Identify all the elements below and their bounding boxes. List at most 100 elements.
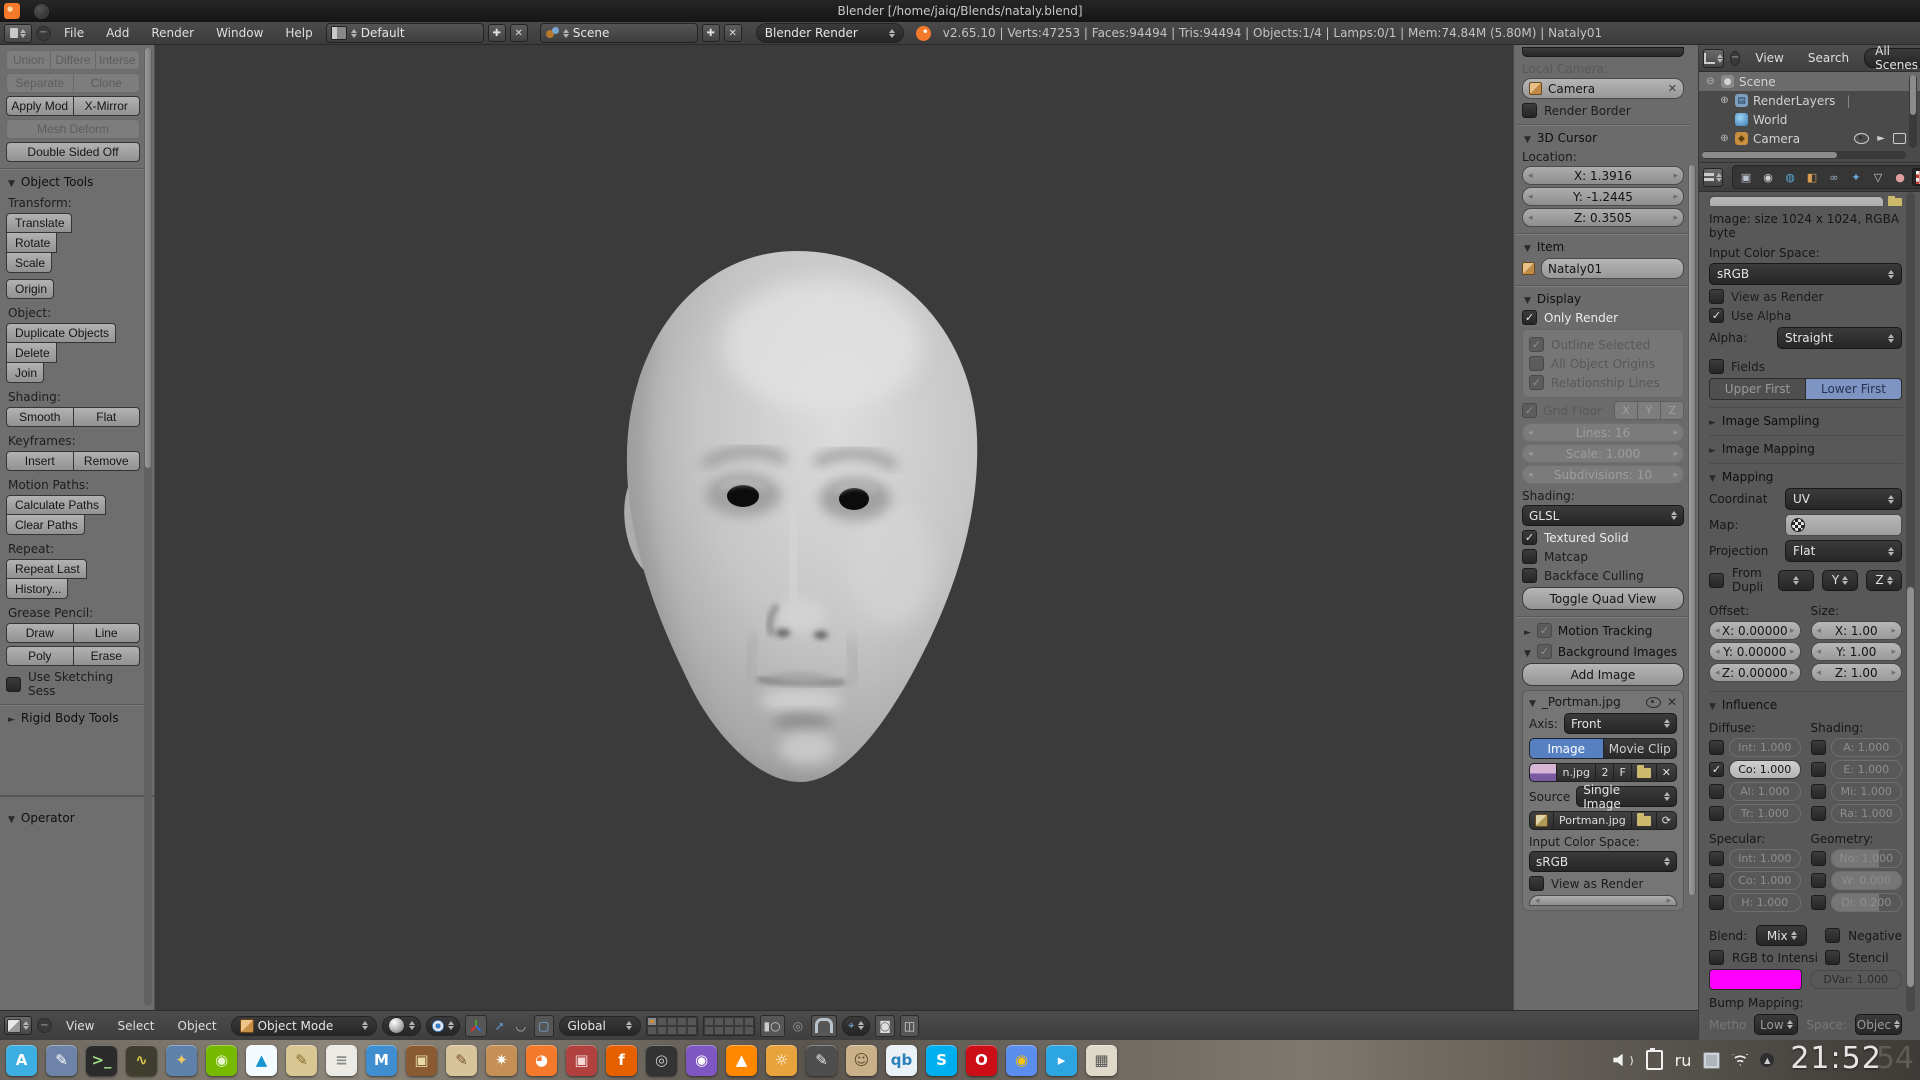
taskbar-app-firefox[interactable]: f	[606, 1045, 637, 1076]
taskbar-app-blender[interactable]: ◕	[526, 1045, 557, 1076]
size-y-slider[interactable]: Y: 1.00	[1811, 642, 1903, 661]
collapse-menus-icon[interactable]: −	[37, 1018, 52, 1033]
taskbar-app-gimp[interactable]: ✎	[806, 1045, 837, 1076]
viewport-editor-type-selector[interactable]	[4, 1016, 32, 1035]
taskbar-app-editor-window[interactable]: M	[366, 1045, 397, 1076]
layers-grid-2[interactable]	[703, 1016, 755, 1036]
taskbar-app-chromium[interactable]: ◉	[1006, 1045, 1037, 1076]
view-as-render-row[interactable]: View as Render	[1529, 876, 1677, 891]
shading-raymir-slider[interactable]: Ra: 1.000	[1831, 804, 1903, 823]
from-dupli-checkbox[interactable]	[1709, 573, 1724, 588]
delete-scene-button[interactable]: ✕	[724, 24, 742, 42]
add-image-button[interactable]: Add Image	[1522, 663, 1684, 686]
alpha-mode-selector[interactable]: Straight	[1777, 327, 1902, 349]
movie-clip-tab[interactable]: Movie Clip	[1604, 738, 1678, 759]
difference-button[interactable]: Differe	[51, 50, 95, 70]
axis-y-selector[interactable]: Y	[1822, 570, 1858, 591]
double-sided-button[interactable]: Double Sided Off	[6, 142, 140, 162]
collapse-menus-icon[interactable]: −	[36, 26, 51, 41]
shading-mirror-slider[interactable]: Mi: 1.000	[1831, 782, 1903, 801]
outliner-view-menu[interactable]: View	[1746, 51, 1792, 65]
color-space-selector[interactable]: sRGB	[1709, 263, 1902, 285]
gp-draw-button[interactable]: Draw	[6, 623, 74, 643]
scrollbar-thumb[interactable]	[1702, 152, 1837, 158]
rotate-button[interactable]: Rotate	[6, 233, 57, 253]
cursor-z-slider[interactable]: Z: 0.3505	[1522, 208, 1684, 227]
remove-image-icon[interactable]: ✕	[1667, 695, 1677, 709]
use-alpha-checkbox[interactable]	[1709, 308, 1724, 323]
shading-ambient-slider[interactable]: A: 1.000	[1831, 738, 1903, 757]
specular-intensity-checkbox[interactable]	[1709, 851, 1724, 866]
diffuse-translucency-checkbox[interactable]	[1709, 806, 1724, 821]
color-space-selector[interactable]: sRGB	[1529, 851, 1677, 872]
diffuse-color-slider[interactable]: Co: 1.000	[1729, 760, 1801, 779]
outliner-row-camera[interactable]: ⊕ ◆ Camera ►	[1699, 129, 1920, 148]
renderability-camera-icon[interactable]	[1893, 133, 1906, 144]
offset-x-slider[interactable]: X: 0.00000	[1709, 621, 1801, 640]
expand-icon[interactable]: ⊕	[1719, 133, 1730, 144]
axis-selector[interactable]: Front	[1564, 713, 1677, 734]
render-border-checkbox[interactable]	[1522, 103, 1537, 118]
proportional-edit-icon[interactable]: ◎	[790, 1016, 806, 1036]
delete-screen-layout-button[interactable]: ✕	[510, 24, 528, 42]
snap-toggle[interactable]	[811, 1015, 837, 1037]
outliner-vscrollbar[interactable]	[1909, 75, 1917, 148]
taskbar-app-nvidia-settings[interactable]: ◉	[206, 1045, 237, 1076]
grid-lines-slider[interactable]: Lines: 16	[1522, 423, 1684, 442]
grid-x-toggle[interactable]: X	[1614, 401, 1638, 420]
flat-button[interactable]: Flat	[74, 407, 141, 427]
outliner-row-world[interactable]: World	[1699, 110, 1920, 129]
snap-element-selector[interactable]: ⌖	[842, 1016, 870, 1036]
view-as-render-checkbox[interactable]	[1529, 876, 1544, 891]
object-name-field[interactable]: Nataly01	[1541, 258, 1684, 279]
editor-type-selector[interactable]	[4, 24, 32, 43]
specular-hardness-slider[interactable]: H: 1.000	[1729, 893, 1801, 912]
viewport-3d[interactable]	[155, 45, 1513, 1010]
toggle-quad-view-button[interactable]: Toggle Quad View	[1522, 587, 1684, 610]
motion-tracking-panel-header[interactable]: Motion Tracking	[1524, 623, 1684, 638]
taskbar-app-terminal[interactable]: >_	[86, 1045, 117, 1076]
backface-culling-row[interactable]: Backface Culling	[1522, 568, 1684, 583]
use-alpha-row[interactable]: Use Alpha	[1709, 308, 1902, 323]
outliner-row-renderlayers[interactable]: ⊕ ▤ RenderLayers |	[1699, 91, 1920, 110]
geometry-warp-slider[interactable]: W: 0.000	[1831, 871, 1903, 890]
item-panel-header[interactable]: Item	[1524, 240, 1684, 254]
layers-grid-1[interactable]	[646, 1016, 698, 1036]
object-data-tab-icon[interactable]: ▽	[1868, 168, 1888, 186]
outliner-search-menu[interactable]: Search	[1799, 51, 1858, 65]
viewport-object-menu[interactable]: Object	[169, 1019, 226, 1033]
delete-button[interactable]: Delete	[6, 343, 57, 363]
taskbar-app-display-settings[interactable]: ✎	[46, 1045, 77, 1076]
outline-selected-checkbox[interactable]	[1529, 337, 1544, 352]
camera-field[interactable]: Camera ✕	[1522, 78, 1684, 99]
all-object-origins-checkbox[interactable]	[1529, 356, 1544, 371]
texture-tab-icon[interactable]	[1912, 168, 1920, 186]
only-render-checkbox[interactable]	[1522, 310, 1537, 325]
taskbar-app-qbittorrent[interactable]: qb	[886, 1045, 917, 1076]
influence-panel-header[interactable]: Influence	[1709, 691, 1902, 712]
viewport-select-menu[interactable]: Select	[108, 1019, 163, 1033]
n-panel-scrollbar[interactable]	[1688, 165, 1696, 895]
wifi-icon[interactable]	[1732, 1054, 1748, 1066]
scene-selector[interactable]: Scene	[540, 23, 698, 43]
unlink-image-button[interactable]: ✕	[1657, 763, 1677, 782]
scrollbar-thumb[interactable]	[1910, 75, 1916, 115]
visibility-eye-icon[interactable]	[1854, 133, 1869, 144]
background-images-panel-header[interactable]: Background Images	[1524, 644, 1684, 659]
scale-manipulator-icon[interactable]: ▢	[534, 1015, 553, 1037]
blend-color-swatch[interactable]	[1709, 969, 1802, 990]
expand-icon[interactable]: ⊕	[1719, 95, 1730, 106]
translate-manipulator-icon[interactable]: ➚	[492, 1016, 508, 1036]
only-render-row[interactable]: Only Render	[1522, 310, 1684, 325]
taskbar-app-setup-tool[interactable]: ✦	[166, 1045, 197, 1076]
render-tab-icon[interactable]: ▣	[1736, 168, 1756, 186]
matcap-row[interactable]: Matcap	[1522, 549, 1684, 564]
source-selector[interactable]: Single Image	[1576, 786, 1677, 807]
relationship-lines-row[interactable]: Relationship Lines	[1529, 375, 1677, 390]
negative-checkbox[interactable]	[1825, 928, 1840, 943]
manipulator-toggle[interactable]	[465, 1015, 487, 1037]
modifiers-tab-icon[interactable]: ✦	[1846, 168, 1866, 186]
taskbar-app-image-gallery[interactable]: ▣	[406, 1045, 437, 1076]
gp-line-button[interactable]: Line	[74, 623, 141, 643]
taskbar-app-opera[interactable]: O	[966, 1045, 997, 1076]
